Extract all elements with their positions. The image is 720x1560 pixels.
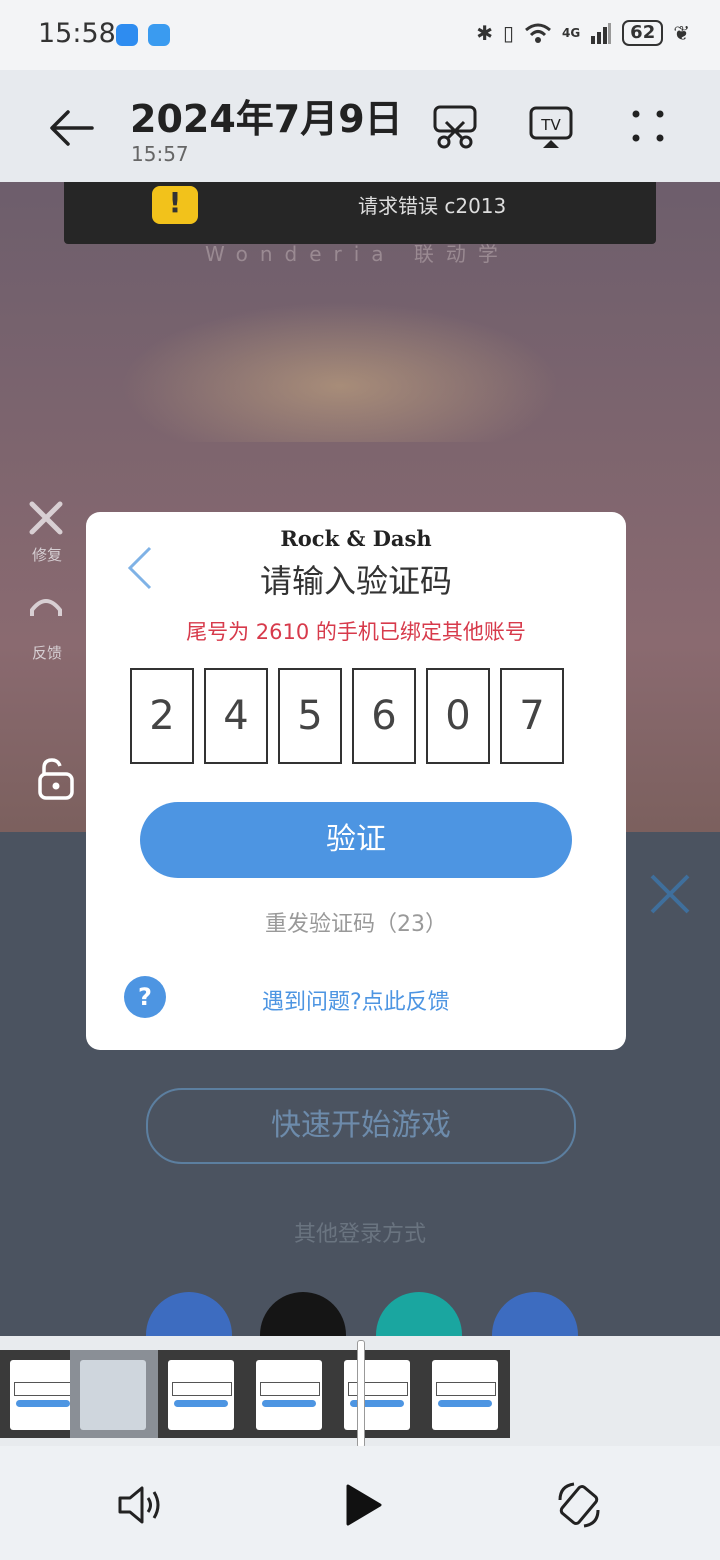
help-icon[interactable]: ? <box>124 976 166 1018</box>
message-app-icon <box>116 24 138 46</box>
playback-controls <box>0 1446 720 1560</box>
wifi-icon <box>525 23 551 43</box>
play-icon[interactable] <box>338 1480 388 1530</box>
cast-tv-icon[interactable]: TV <box>528 104 574 150</box>
bluetooth-icon: ✱ <box>476 21 493 45</box>
dialog-title: 请输入验证码 <box>259 562 452 600</box>
code-digit-4[interactable]: 6 <box>352 668 416 764</box>
close-icon <box>650 874 690 914</box>
resend-code-button[interactable]: 重发验证码（23） <box>86 906 626 938</box>
more-icon[interactable] <box>626 104 672 150</box>
svg-text:TV: TV <box>540 116 561 134</box>
vibrate-icon: ▯ <box>502 21 514 45</box>
cut-icon[interactable] <box>432 104 478 150</box>
code-digit-5[interactable]: 0 <box>426 668 490 764</box>
rotate-screen-icon[interactable] <box>554 1480 604 1530</box>
quick-start-button: 快速开始游戏 <box>146 1088 576 1164</box>
status-time: 15:58 <box>38 18 116 49</box>
other-login-label: 其他登录方式 <box>293 1222 426 1247</box>
background-cloud <box>120 302 560 442</box>
game-brand-faint: Wonderia 联动学 <box>205 242 510 266</box>
side-repair-label: 修复 <box>32 546 63 564</box>
dialog-error-message: 尾号为 2610 的手机已绑定其他账号 <box>186 620 526 644</box>
filmstrip-frame <box>158 1350 246 1438</box>
status-bar: 15:58 ✱ ▯ 4G 62 ❦ <box>0 0 720 70</box>
verify-button[interactable]: 验证 <box>140 802 572 878</box>
leaf-icon: ❦ <box>673 21 690 45</box>
headset-icon <box>30 599 62 616</box>
unlock-icon[interactable] <box>36 756 76 800</box>
side-feedback-label: 反馈 <box>32 644 63 662</box>
network-type: 4G <box>561 26 581 40</box>
code-digit-1[interactable]: 2 <box>130 668 194 764</box>
code-digit-3[interactable]: 5 <box>278 668 342 764</box>
page-title: 2024年7月9日 <box>130 97 403 141</box>
volume-icon[interactable] <box>116 1480 166 1530</box>
signal-icon <box>591 23 612 44</box>
verification-dialog: Rock & Dash 请输入验证码 尾号为 2610 的手机已绑定其他账号 2… <box>86 512 626 1050</box>
code-digit-2[interactable]: 4 <box>204 668 268 764</box>
filmstrip-frame <box>246 1350 334 1438</box>
top-bar: 2024年7月9日 15:57 TV <box>0 70 720 182</box>
filmstrip-frame <box>422 1350 510 1438</box>
code-digit-6[interactable]: 7 <box>500 668 564 764</box>
error-message: 请求错误 c2013 <box>358 194 507 218</box>
error-banner: ! 请求错误 c2013 <box>64 182 656 244</box>
feedback-link[interactable]: 遇到问题?点此反馈 <box>262 984 450 1016</box>
back-arrow-icon[interactable] <box>48 104 96 152</box>
dialog-brand-logo: Rock & Dash <box>280 526 432 551</box>
filmstrip-frame <box>70 1350 158 1438</box>
weather-app-icon <box>148 24 170 46</box>
battery-indicator: 62 <box>622 20 664 46</box>
repair-tools-icon <box>29 501 63 535</box>
code-input-row[interactable]: 2 4 5 6 0 7 <box>130 668 564 764</box>
filmstrip-frame <box>334 1350 422 1438</box>
page-subtitle: 15:57 <box>131 142 189 166</box>
warning-icon: ! <box>152 186 198 224</box>
playhead-handle[interactable] <box>357 1340 365 1448</box>
